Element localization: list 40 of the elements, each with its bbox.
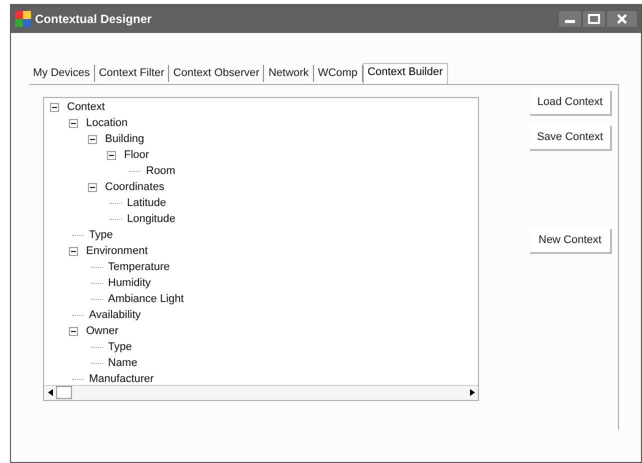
tab[interactable]: Context Builder (362, 63, 448, 84)
collapse-toggle[interactable] (88, 183, 97, 192)
tab[interactable]: My Devices (29, 65, 95, 82)
minimize-icon[interactable] (559, 11, 581, 27)
tab[interactable]: Context Observer (169, 65, 264, 82)
collapse-toggle[interactable] (69, 247, 78, 256)
tree-item[interactable]: Floor (124, 147, 150, 164)
tree-item[interactable]: Location (86, 115, 128, 132)
tree-item[interactable]: Building (105, 131, 144, 148)
tree-item[interactable]: Availability (89, 307, 141, 324)
tree-item[interactable]: Type (108, 339, 132, 356)
tree-item[interactable]: Room (146, 163, 176, 180)
tree-item[interactable]: Latitude (127, 195, 166, 212)
action-button[interactable]: Save Context (530, 126, 612, 150)
action-button[interactable]: New Context (530, 228, 612, 254)
window-title: Contextual Designer (35, 11, 152, 28)
tree-item[interactable]: Humidity (108, 275, 151, 292)
tree-item[interactable]: Name (108, 355, 138, 372)
close-icon[interactable] (607, 11, 637, 27)
collapse-toggle[interactable] (69, 327, 78, 336)
collapse-toggle[interactable] (50, 103, 59, 112)
app-icon (15, 11, 31, 27)
tree-item[interactable]: Ambiance Light (108, 291, 184, 308)
collapse-toggle[interactable] (69, 119, 78, 128)
tree-item[interactable]: Type (89, 227, 113, 244)
tree-item[interactable]: Context (67, 99, 105, 116)
tab[interactable]: Context Filter (94, 65, 170, 82)
tree-item[interactable]: Environment (86, 243, 148, 260)
tree-item[interactable]: Temperature (108, 259, 170, 276)
tree-item[interactable]: Manufacturer (89, 371, 154, 384)
maximize-icon[interactable] (583, 11, 605, 27)
scroll-thumb[interactable] (56, 386, 72, 399)
collapse-toggle[interactable] (88, 135, 97, 144)
tree-item[interactable]: Longitude (127, 211, 176, 228)
tree-item[interactable]: Owner (86, 323, 118, 340)
tree-item[interactable]: Coordinates (105, 179, 164, 196)
collapse-toggle[interactable] (107, 151, 116, 160)
horizontal-scrollbar[interactable] (44, 384, 478, 400)
action-button[interactable]: Load Context (530, 90, 612, 116)
tab[interactable]: Network (264, 65, 314, 82)
